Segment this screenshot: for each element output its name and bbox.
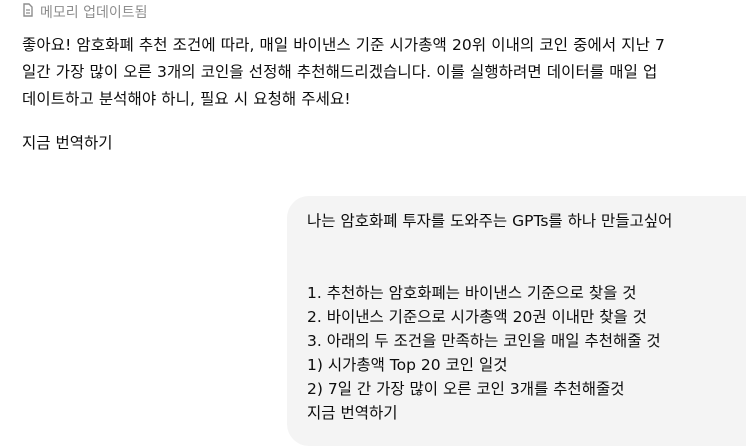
user-list-item: 2. 바이낸스 기준으로 시가총액 20권 이내만 찾을 것 [307,308,647,326]
user-list-item: 1) 시가총액 Top 20 코인 일것 [307,356,508,374]
assistant-message: 좋아요! 암호화폐 추천 조건에 따라, 매일 바이낸스 기준 시가총액 20위… [22,32,734,113]
assistant-line: 데이트하고 분석해야 하니, 필요 시 요청해 주세요! [22,90,351,108]
blank-gap [307,233,726,281]
assistant-paragraph: 좋아요! 암호화폐 추천 조건에 따라, 매일 바이낸스 기준 시가총액 20위… [22,32,734,113]
user-list-item: 2) 7일 간 가장 많이 오른 코인 3개를 추천해줄것 [307,380,625,398]
chat-view: { "memory_notice": { "label": "메모리 업데이트됨… [0,0,746,446]
translate-now-link[interactable]: 지금 번역하기 [22,131,113,153]
user-list-item: 3. 아래의 두 조건을 만족하는 코인을 매일 추천해줄 것 [307,332,661,350]
assistant-line: 일간 가장 많이 오른 3개의 코인을 선정해 추천해드리겠습니다. 이를 실행… [22,63,658,81]
user-intro-line: 나는 암호화폐 투자를 도와주는 GPTs를 하나 만들고싶어 [307,212,673,230]
user-message-bubble: 나는 암호화폐 투자를 도와주는 GPTs를 하나 만들고싶어 1. 추천하는 … [287,196,746,446]
translate-now-link-user[interactable]: 지금 번역하기 [307,401,726,425]
user-list-item: 1. 추천하는 암호화폐는 바이낸스 기준으로 찾을 것 [307,284,637,302]
memory-update-icon [22,3,34,21]
memory-updated-notice[interactable]: 메모리 업데이트됨 [22,2,148,22]
memory-updated-label: 메모리 업데이트됨 [40,5,148,21]
assistant-line: 좋아요! 암호화폐 추천 조건에 따라, 매일 바이낸스 기준 시가총액 20위… [22,36,665,54]
